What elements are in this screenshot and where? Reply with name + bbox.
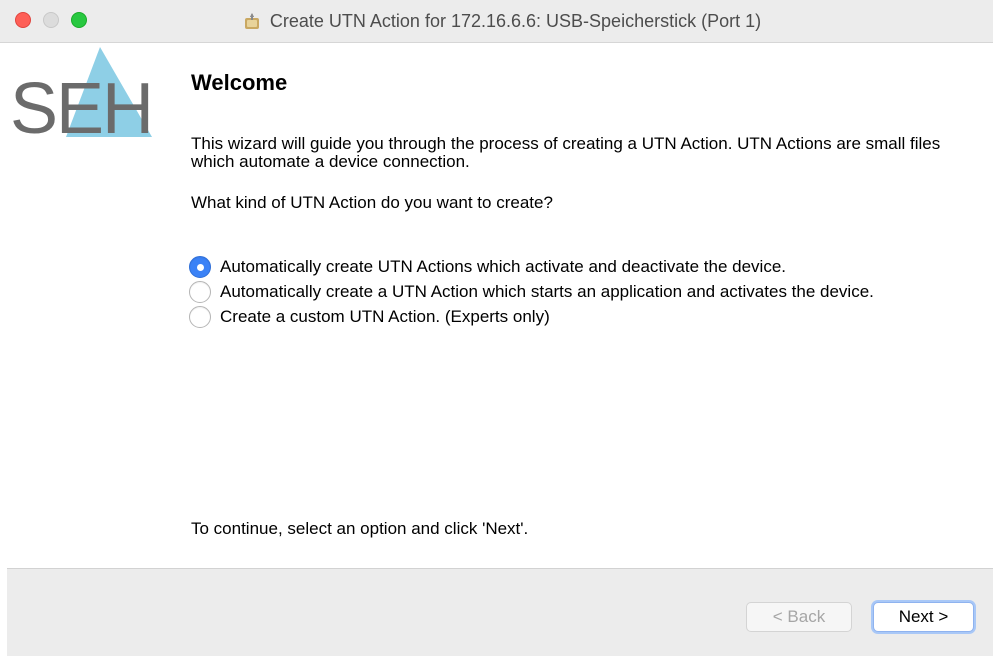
window-title: Create UTN Action for 172.16.6.6: USB-Sp… (269, 11, 762, 31)
option-label[interactable]: Create a custom UTN Action. (Experts onl… (220, 307, 550, 327)
radio-button[interactable] (189, 305, 211, 328)
back-button[interactable]: < Back (746, 602, 852, 632)
option-auto-activate-deactivate[interactable]: Automatically create UTN Actions which a… (189, 254, 874, 279)
action-type-radio-group: Automatically create UTN Actions which a… (189, 254, 874, 329)
svg-text:SEH: SEH (10, 69, 152, 140)
option-label[interactable]: Automatically create UTN Actions which a… (220, 257, 786, 277)
radio-button-selected[interactable] (189, 255, 211, 278)
continue-hint: To continue, select an option and click … (191, 519, 529, 538)
question-text: What kind of UTN Action do you want to c… (191, 193, 553, 212)
seh-logo: SEH (10, 45, 154, 149)
next-button[interactable]: Next > (873, 602, 974, 632)
option-custom-action[interactable]: Create a custom UTN Action. (Experts onl… (189, 304, 874, 329)
wizard-icon (242, 12, 262, 32)
title-bar[interactable]: Create UTN Action for 172.16.6.6: USB-Sp… (0, 0, 993, 43)
option-label[interactable]: Automatically create a UTN Action which … (220, 282, 874, 302)
button-bar: < Back Next > (7, 568, 993, 656)
title-wrap: Create UTN Action for 172.16.6.6: USB-Sp… (0, 0, 993, 43)
radio-button[interactable] (189, 280, 211, 303)
intro-text: This wizard will guide you through the p… (191, 134, 941, 171)
wizard-window: Create UTN Action for 172.16.6.6: USB-Sp… (0, 0, 993, 656)
option-start-application[interactable]: Automatically create a UTN Action which … (189, 279, 874, 304)
page-heading: Welcome (191, 70, 288, 95)
